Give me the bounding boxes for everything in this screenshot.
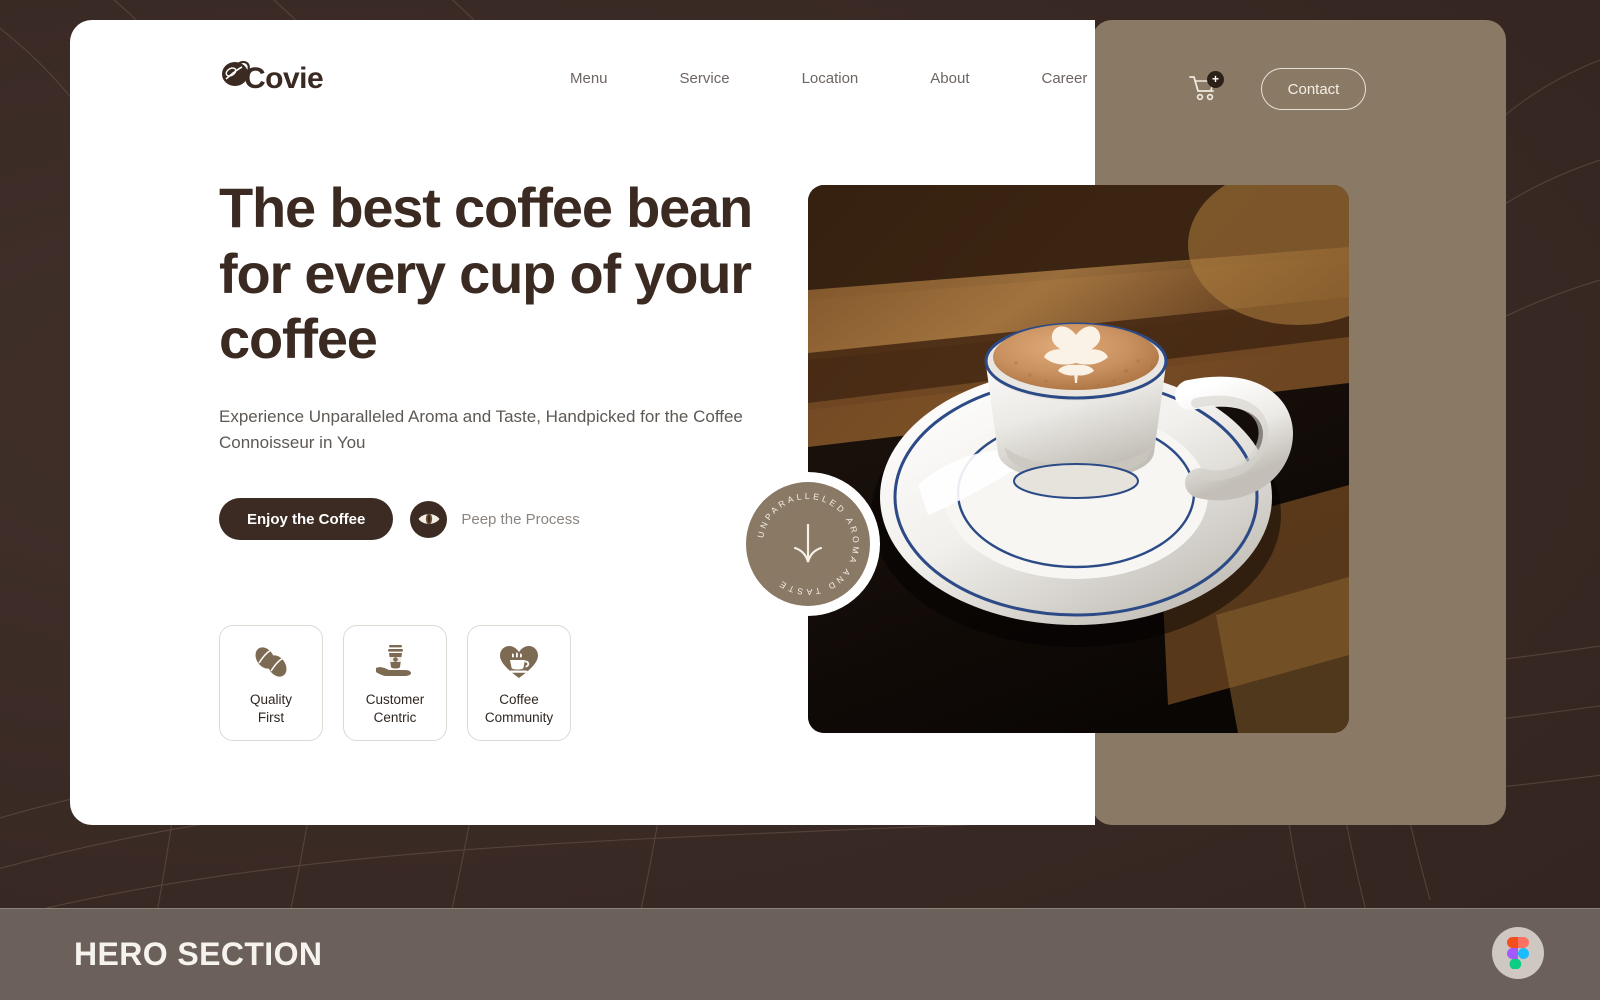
feature-card-customer-centric[interactable]: Customer Centric <box>343 625 447 742</box>
figma-logo-icon[interactable] <box>1492 927 1544 979</box>
eye-icon <box>410 500 448 538</box>
feature-cards: Quality First Customer Centric Coffee Co… <box>219 625 571 742</box>
brand-logo[interactable]: Covie <box>220 60 324 98</box>
cart-badge: + <box>1207 71 1224 88</box>
hero-subtitle: Experience Unparalleled Aroma and Taste,… <box>219 406 743 452</box>
primary-navigation: Menu Service Location About Career <box>570 70 1087 87</box>
feature-label: Quality First <box>249 692 293 726</box>
navbar-actions: + Contact <box>1189 68 1366 110</box>
feature-label: Coffee Community <box>484 692 554 726</box>
nav-item-about[interactable]: About <box>930 70 969 87</box>
caption-bar: HERO SECTION <box>0 908 1600 1000</box>
feature-card-coffee-community[interactable]: Coffee Community <box>467 625 571 742</box>
peep-the-process-button[interactable]: Peep the Process <box>410 500 580 538</box>
coffee-bean-logo-icon <box>220 60 254 98</box>
section-caption: HERO SECTION <box>74 936 323 972</box>
hero-image <box>808 185 1349 733</box>
enjoy-the-coffee-button[interactable]: Enjoy the Coffee <box>219 498 394 541</box>
page-title: The best coffee bean for every cup of yo… <box>219 176 753 371</box>
feature-card-quality-first[interactable]: Quality First <box>219 625 323 742</box>
brand-name: Covie <box>244 62 324 95</box>
cta-row: Enjoy the Coffee Peep the Process <box>219 498 779 541</box>
nav-item-career[interactable]: Career <box>1041 70 1087 87</box>
hand-holding-cup-icon <box>358 642 432 682</box>
hero-content: The best coffee bean for every cup of yo… <box>219 175 779 541</box>
navbar: Covie Menu Service Location About Career… <box>70 20 1506 140</box>
contact-button[interactable]: Contact <box>1261 68 1366 110</box>
nav-item-menu[interactable]: Menu <box>570 70 608 87</box>
feature-label: Customer Centric <box>365 692 425 726</box>
nav-item-service[interactable]: Service <box>680 70 730 87</box>
heart-cup-icon <box>482 642 556 682</box>
cart-button[interactable]: + <box>1189 71 1224 104</box>
nav-item-location[interactable]: Location <box>802 70 859 87</box>
peep-the-process-label: Peep the Process <box>461 510 580 528</box>
coffee-beans-icon <box>234 642 308 682</box>
